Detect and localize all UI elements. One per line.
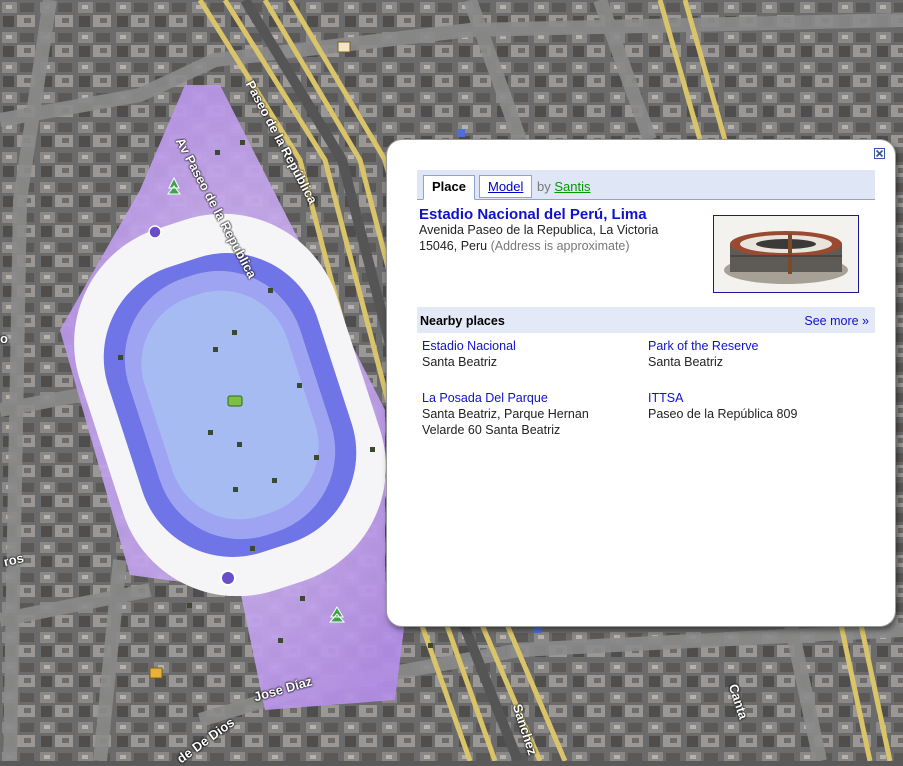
- nearby-place-link[interactable]: Estadio Nacional: [422, 338, 622, 354]
- author-link[interactable]: Santis: [554, 179, 590, 194]
- nearby-place: Park of the Reserve Santa Beatriz: [648, 338, 848, 370]
- address-line: Avenida Paseo de la Republica, La Victor…: [419, 223, 659, 237]
- nearby-place-link[interactable]: La Posada Del Parque: [422, 390, 607, 406]
- nearby-place: Estadio Nacional Santa Beatriz: [422, 338, 622, 370]
- close-icon[interactable]: [874, 148, 885, 159]
- marker-icon: [220, 570, 236, 586]
- model-thumbnail[interactable]: [713, 215, 859, 293]
- place-title[interactable]: Estadio Nacional del Perú, Lima: [419, 206, 647, 223]
- see-more-link[interactable]: See more »: [804, 314, 869, 328]
- nearby-place-address: Santa Beatriz: [648, 355, 724, 369]
- museum-icon: [337, 41, 351, 53]
- nearby-place-address: Santa Beatriz: [422, 355, 498, 369]
- transit-icon: [457, 129, 465, 137]
- tab-place[interactable]: Place: [423, 175, 475, 200]
- nearby-place-link[interactable]: ITTSA: [648, 390, 848, 406]
- address-approx-note: (Address is approximate): [490, 239, 630, 253]
- by-label: by: [537, 179, 551, 194]
- tab-model[interactable]: Model: [479, 175, 533, 198]
- author-credit: by Santis: [537, 176, 591, 198]
- info-window: Place Model by Santis Estadio Nacional d…: [386, 139, 896, 627]
- tab-bar: Place Model by Santis: [417, 170, 875, 200]
- nearby-place: La Posada Del Parque Santa Beatriz, Parq…: [422, 390, 607, 438]
- nearby-places-title: Nearby places: [420, 314, 505, 328]
- nearby-place-link[interactable]: Park of the Reserve: [648, 338, 848, 354]
- nearby-place-address: Paseo de la República 809: [648, 407, 798, 421]
- road-label: o: [0, 331, 8, 346]
- stadium-icon: [227, 395, 243, 407]
- nearby-place-address: Santa Beatriz, Parque Hernan Velarde 60 …: [422, 407, 589, 437]
- nearby-places-header: Nearby places See more »: [417, 307, 875, 333]
- poi-icon: [149, 667, 163, 679]
- marker-icon: [148, 225, 162, 239]
- place-address: Avenida Paseo de la Republica, La Victor…: [419, 222, 689, 254]
- nearby-place: ITTSA Paseo de la República 809: [648, 390, 848, 422]
- address-line: 15046, Peru: [419, 239, 488, 253]
